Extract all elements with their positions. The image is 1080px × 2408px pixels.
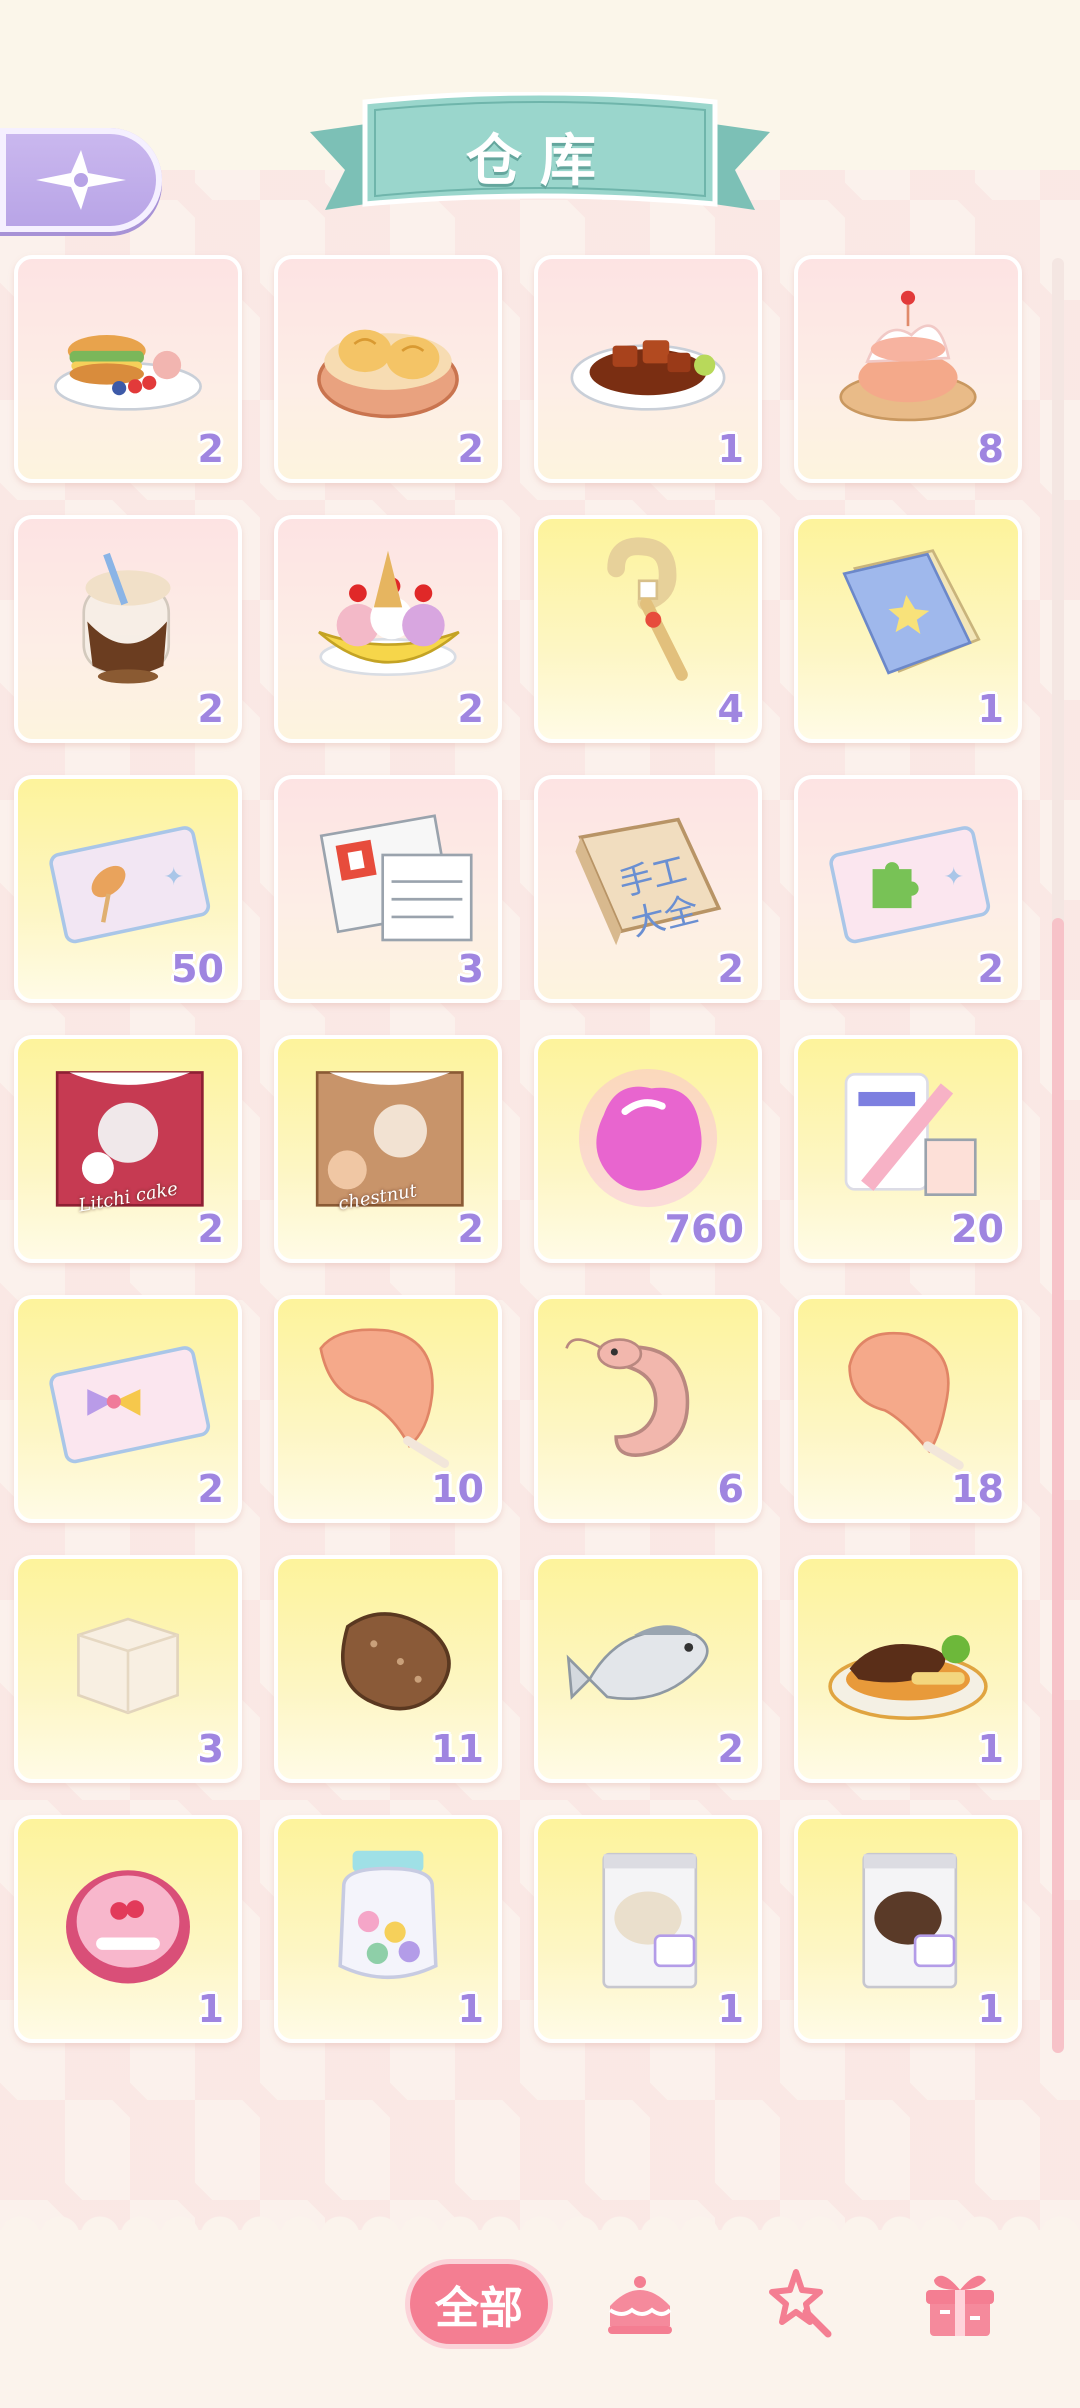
braised-pork-icon (570, 340, 726, 411)
item-count: 3 (457, 947, 484, 991)
inventory-slot[interactable]: 1 (794, 1815, 1022, 2043)
page-title: 仓库 (466, 128, 614, 194)
tab-cake[interactable] (598, 2262, 682, 2346)
badge-icon (66, 1870, 190, 1984)
back-button[interactable] (0, 128, 162, 232)
bow-ticket-icon (49, 1346, 211, 1464)
inventory-slot[interactable]: chestnut 2 (274, 1035, 502, 1263)
item-count: 1 (977, 1727, 1004, 1771)
item-count: 11 (431, 1727, 484, 1771)
item-count: 2 (457, 427, 484, 471)
item-count: 1 (197, 1987, 224, 2031)
cream-puff-icon (839, 290, 977, 422)
cake-icon (608, 2276, 672, 2334)
inventory-slot[interactable]: 1 (274, 1815, 502, 2043)
item-count: 20 (951, 1207, 1004, 1251)
item-count: 2 (197, 687, 224, 731)
white-flour-bag-icon (602, 1852, 698, 1989)
inventory-slot[interactable]: 11 (274, 1555, 502, 1783)
inventory-slot[interactable]: 3 (14, 1555, 242, 1783)
item-count: 6 (717, 1467, 744, 1511)
cocoa-bag-icon (862, 1852, 958, 1989)
snack-ticket-icon: ✦ (49, 826, 211, 944)
item-count: 50 (171, 947, 224, 991)
gift-box-icon (926, 2275, 994, 2336)
item-count: 2 (197, 427, 224, 471)
four-point-star-arrow-icon (36, 150, 126, 210)
inventory-slot[interactable]: 8 (794, 255, 1022, 483)
inventory-slot[interactable]: 2 (534, 1555, 762, 1783)
photo-cards-icon (844, 1072, 977, 1196)
title-ribbon: 仓库 (310, 92, 770, 232)
inventory-slot[interactable]: ✦ 2 (794, 775, 1022, 1003)
svg-text:✦: ✦ (943, 862, 964, 891)
inventory-slot[interactable]: 2 (274, 515, 502, 743)
item-count: 2 (457, 687, 484, 731)
inventory-slot[interactable]: 手工 大全 2 (534, 775, 762, 1003)
inventory-slot[interactable]: 1 (534, 255, 762, 483)
item-count: 4 (717, 687, 744, 731)
item-count: 18 (951, 1467, 1004, 1511)
newspapers-icon (319, 814, 473, 942)
inventory-slot[interactable]: 18 (794, 1295, 1022, 1523)
item-count: 1 (717, 1987, 744, 2031)
iced-coffee-icon (82, 552, 171, 684)
scrollbar-thumb[interactable] (1052, 918, 1064, 2053)
inventory-slot[interactable]: Litchi cake 2 (14, 1035, 242, 1263)
item-count: 1 (457, 1987, 484, 2031)
inventory-grid: 2 2 1 8 2 2 4 1 ✦ 50 3 手工 大全 2 ✦ 2 Litchi cake 2 chestnut 2… (14, 255, 1022, 2043)
inventory-slot[interactable]: 3 (274, 775, 502, 1003)
item-count: 10 (431, 1467, 484, 1511)
banana-split-icon (318, 550, 460, 676)
item-count: 2 (197, 1467, 224, 1511)
inventory-slot[interactable]: 1 (534, 1815, 762, 2043)
puzzle-ticket-icon: ✦ (829, 826, 991, 944)
magic-wand-icon (769, 2269, 832, 2338)
sea-cucumber-icon (341, 1612, 451, 1711)
item-count: 1 (977, 687, 1004, 731)
blue-book-icon (842, 549, 981, 675)
svg-text:✦: ✦ (163, 862, 184, 891)
inventory-slot[interactable]: 4 (534, 515, 762, 743)
fish-icon (566, 1625, 709, 1701)
inventory-slot[interactable]: 1 (794, 1555, 1022, 1783)
tab-all[interactable]: 全部 (410, 2264, 548, 2344)
item-count: 1 (717, 427, 744, 471)
inventory-slot[interactable]: 10 (274, 1295, 502, 1523)
pink-gem-icon (578, 1068, 718, 1208)
item-count: 2 (717, 1727, 744, 1771)
item-count: 1 (977, 1987, 1004, 2031)
item-count: 2 (197, 1207, 224, 1251)
inventory-slot[interactable]: 2 (14, 1295, 242, 1523)
burger-platter-icon (54, 334, 202, 411)
inventory-slot[interactable]: 1 (794, 515, 1022, 743)
item-count: 2 (717, 947, 744, 991)
inventory-slot[interactable]: 760 (534, 1035, 762, 1263)
inventory-slot[interactable]: 1 (14, 1815, 242, 2043)
magic-wand-icon (607, 537, 688, 681)
scrollbar-track[interactable] (1052, 258, 1064, 2053)
inventory-slot[interactable]: 2 (14, 255, 242, 483)
turkey-leg-icon (848, 1331, 964, 1470)
inventory-slot[interactable]: ✦ 50 (14, 775, 242, 1003)
shrimp-icon (565, 1338, 690, 1457)
steamed-buns-icon (317, 329, 459, 419)
item-count: 3 (197, 1727, 224, 1771)
item-count: 2 (977, 947, 1004, 991)
inventory-slot[interactable]: 20 (794, 1035, 1022, 1263)
inventory-slot[interactable]: 2 (14, 515, 242, 743)
item-count: 2 (457, 1207, 484, 1251)
candy-jar-icon (338, 1850, 438, 1979)
item-count: 8 (977, 427, 1004, 471)
tab-gift[interactable] (918, 2262, 1002, 2346)
inventory-slot[interactable]: 6 (534, 1295, 762, 1523)
tab-magic[interactable] (758, 2262, 842, 2346)
chicken-leg-icon (319, 1328, 450, 1468)
inventory-slot[interactable]: 2 (274, 255, 502, 483)
tofu-icon (77, 1617, 179, 1715)
item-count: 760 (664, 1207, 744, 1251)
steak-dish-icon (828, 1634, 988, 1720)
